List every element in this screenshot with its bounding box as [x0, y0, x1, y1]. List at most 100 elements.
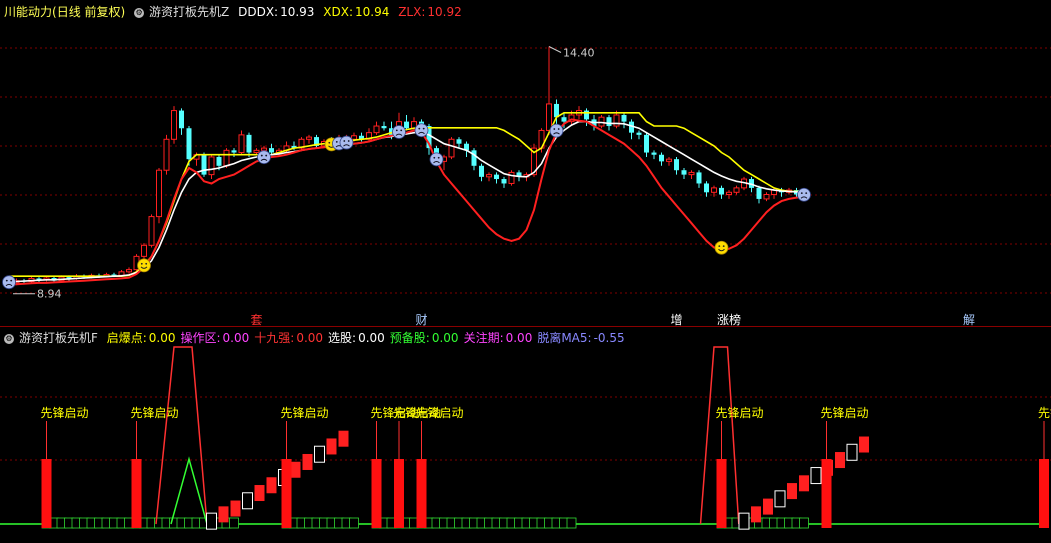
chart-period: (日线 前复权): [52, 5, 126, 19]
sub-value-label: 选股:: [328, 331, 357, 345]
candle-body: [726, 191, 732, 196]
main-indicator-name[interactable]: 游资打板先机Z: [149, 5, 229, 19]
main-chart-pane[interactable]: 14.40 8.94 套 财 增 涨榜 解 川能动力(日线 前复权) ⚙ 游资打板先机Z DD…: [0, 0, 1051, 327]
candle: [373, 121, 380, 135]
candle-body: [381, 126, 387, 129]
ladder-step: [774, 490, 786, 508]
candle-body: [171, 110, 177, 140]
candle-body: [763, 194, 770, 200]
ladder-step: [846, 443, 858, 461]
candle-body: [246, 134, 252, 153]
sub-value-number: 0.00: [222, 331, 250, 345]
ladder-step: [314, 445, 325, 463]
signal-bar: [371, 459, 382, 528]
sub-value-number: 0.00: [505, 331, 533, 345]
candle-body: [179, 110, 184, 129]
ladder-step: [738, 512, 750, 530]
candle: [141, 243, 147, 259]
candle-body: [351, 135, 357, 140]
signal: 先锋启动: [131, 406, 179, 528]
candle-body: [704, 183, 709, 193]
face-eye: [422, 127, 425, 130]
face-circle: [339, 135, 354, 150]
sub-chart-pane[interactable]: 先锋启动先锋启动先锋启动先锋启动先锋启动先锋启动先锋启动先锋启动先锋启动: [0, 327, 1051, 540]
candle-body: [554, 103, 559, 118]
zlx-line: [9, 118, 805, 286]
candle: [546, 46, 552, 135]
candle-body: [674, 159, 679, 171]
face-circle: [429, 152, 444, 167]
zone-box: [349, 517, 359, 529]
candle-body: [471, 150, 477, 166]
candle: [246, 132, 252, 157]
candle-body: [733, 187, 740, 193]
candle: [479, 163, 484, 182]
sub-value-4: 预备股: 0.00: [390, 331, 459, 345]
sad-face-icon: [414, 123, 429, 138]
candle-body: [456, 139, 462, 144]
stock-name[interactable]: 川能动力: [4, 5, 52, 19]
signal-label: 先锋启动: [281, 406, 329, 420]
event-label: 套: [250, 313, 262, 326]
signal-bar: [281, 459, 292, 528]
sub-indicator-name[interactable]: 游资打板先机F: [19, 331, 98, 345]
xdx-label: XDX:: [323, 5, 353, 19]
candle: [688, 170, 695, 180]
face-eye: [437, 156, 440, 159]
sub-indicator-values: 启爆点: 0.00 操作区: 0.00 十九强: 0.00 选股: 0.00 预备股: 0.00 关…: [107, 331, 630, 345]
ladder-step: [799, 475, 809, 492]
smile-face-icon: [714, 240, 729, 255]
face-circle: [549, 123, 564, 138]
signal: 先锋启动: [1038, 406, 1051, 528]
face-circle: [2, 275, 16, 290]
face-eye: [557, 128, 560, 130]
candle: [148, 214, 155, 248]
settings-dot-icon[interactable]: ⚙: [4, 333, 14, 344]
candle-body: [186, 128, 192, 160]
signal-label: 先锋启动: [821, 406, 869, 420]
face-eye: [418, 127, 421, 130]
candle: [494, 172, 499, 184]
candle: [126, 267, 132, 274]
sad-face-icon: [797, 187, 811, 202]
candle-body: [651, 152, 657, 155]
candle: [696, 170, 702, 188]
signal-bar: [716, 459, 727, 528]
candles: [6, 46, 807, 288]
candle-body: [598, 116, 605, 127]
main-chart-header: 川能动力(日线 前复权) ⚙ 游资打板先机Z DDDX: 10.93 XDX: 10.…: [4, 4, 467, 20]
candle-body: [606, 117, 612, 127]
face-eye: [395, 129, 398, 132]
candle-body: [404, 121, 409, 129]
sub-value-number: 0.00: [431, 331, 459, 345]
face-eye: [260, 154, 263, 157]
event-label: 财: [415, 313, 427, 326]
candle: [501, 176, 507, 188]
face-eye: [328, 141, 331, 144]
face-circle: [714, 240, 729, 255]
candlestick-chart[interactable]: 14.40 8.94 套 财 增 涨榜 解: [0, 0, 1051, 327]
ladder-step: [763, 498, 773, 515]
ladder-step: [266, 477, 277, 494]
candle: [404, 114, 409, 131]
candle: [726, 190, 732, 199]
zone-box: [566, 517, 577, 529]
candle-body: [486, 174, 492, 178]
zlx-value: 10.92: [427, 5, 462, 19]
candle: [231, 148, 237, 157]
candle: [756, 185, 762, 204]
signal-chart[interactable]: 先锋启动先锋启动先锋启动先锋启动先锋启动先锋启动先锋启动先锋启动先锋启动: [0, 327, 1051, 540]
candle-body: [756, 187, 762, 199]
candle-body: [696, 172, 702, 184]
sub-value-label: 启爆点:: [106, 331, 147, 345]
ladder-step: [242, 492, 253, 510]
signal-label: 先锋启动: [41, 406, 89, 420]
candle: [43, 276, 50, 282]
candle: [171, 106, 177, 144]
candle: [298, 137, 305, 151]
settings-dot-icon[interactable]: ⚙: [134, 7, 145, 18]
candle: [208, 154, 215, 180]
face-circle: [257, 150, 271, 165]
operation-zone: [716, 517, 809, 529]
dddx-value: 10.93: [280, 5, 315, 19]
